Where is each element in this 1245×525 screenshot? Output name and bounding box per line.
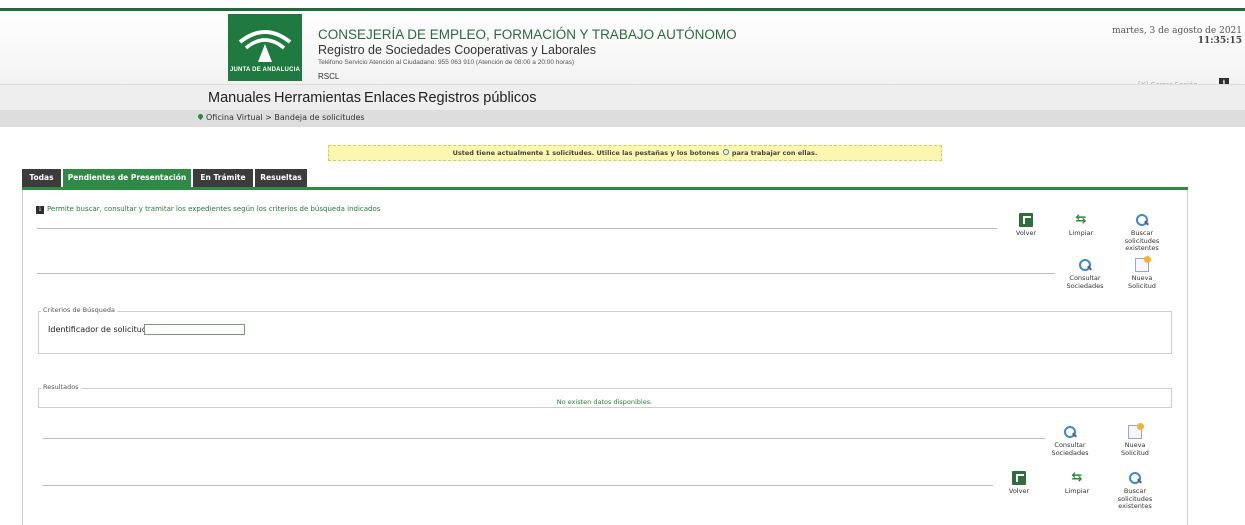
buscar-solicitudes-button[interactable]: Buscar solicitudes existentes bbox=[1119, 213, 1165, 253]
breadcrumb[interactable]: Oficina Virtual > Bandeja de solicitudes bbox=[196, 112, 365, 122]
tab-pendientes[interactable]: Pendientes de Presentación bbox=[63, 169, 191, 187]
tab-en-tramite[interactable]: En Trámite bbox=[193, 169, 253, 187]
current-date: martes, 3 de agosto de 2021 bbox=[1112, 26, 1242, 36]
search-icon bbox=[722, 149, 729, 155]
results-empty-message: No existen datos disponibles. bbox=[556, 398, 653, 406]
consultar-sociedades-button-bottom[interactable]: Consultar Sociedades bbox=[1047, 425, 1093, 457]
limpiar-button-bottom[interactable]: ⇆ Limpiar bbox=[1054, 471, 1100, 496]
back-icon bbox=[1012, 471, 1026, 485]
tab-resueltas[interactable]: Resueltas bbox=[255, 169, 307, 187]
buscar-solicitudes-button-bottom[interactable]: Buscar solicitudes existentes bbox=[1112, 471, 1158, 511]
nueva-label-2: Solicitud bbox=[1128, 281, 1156, 290]
ministry-title: CONSEJERÍA DE EMPLEO, FORMACIÓN Y TRABAJ… bbox=[318, 27, 737, 42]
search-criteria-legend: Criterios de Búsqueda bbox=[41, 306, 117, 314]
divider bbox=[43, 438, 1045, 439]
volver-label: Volver bbox=[1008, 487, 1030, 495]
notice-text-after: para trabajar con ellas. bbox=[731, 149, 818, 157]
new-document-icon bbox=[1135, 256, 1151, 272]
search-icon bbox=[1063, 425, 1077, 439]
consultar-label-2: Sociedades bbox=[1051, 448, 1089, 457]
search-icon bbox=[1128, 471, 1142, 485]
volver-label: Volver bbox=[1015, 229, 1037, 237]
menu-item-herramientas[interactable]: Herramientas bbox=[274, 90, 361, 106]
solicitud-id-label: Identificador de solicitud bbox=[48, 325, 147, 334]
location-pin-icon bbox=[196, 112, 205, 121]
main-menu: Manuales Herramientas Enlaces Registros … bbox=[0, 84, 1245, 110]
info-text: Permite buscar, consultar y tramitar los… bbox=[47, 205, 381, 213]
search-icon bbox=[1078, 258, 1092, 272]
app-code: RSCL bbox=[318, 72, 340, 81]
solicitud-id-input[interactable] bbox=[144, 324, 245, 335]
consultar-label-2: Sociedades bbox=[1066, 281, 1104, 290]
menu-item-registros-publicos[interactable]: Registros públicos bbox=[418, 90, 536, 106]
current-time: 11:35:15 bbox=[1197, 36, 1242, 46]
buscar-label-3: existentes bbox=[1125, 244, 1159, 252]
refresh-icon: ⇆ bbox=[1075, 212, 1087, 227]
menu-item-enlaces[interactable]: Enlaces bbox=[364, 90, 416, 106]
divider bbox=[37, 228, 997, 229]
tab-todas[interactable]: Todas bbox=[22, 169, 61, 187]
menu-item-manuales[interactable]: Manuales bbox=[208, 90, 271, 106]
results-legend: Resultados bbox=[41, 383, 81, 391]
app-subtitle: Registro de Sociedades Cooperativas y La… bbox=[318, 43, 596, 57]
volver-button[interactable]: Volver bbox=[1003, 213, 1049, 238]
info-line: i Permite buscar, consultar y tramitar lo… bbox=[36, 205, 380, 214]
notice-text-before: Usted tiene actualmente 1 solicitudes. U… bbox=[452, 149, 720, 157]
info-icon: i bbox=[36, 206, 44, 214]
buscar-label-3: existentes bbox=[1118, 502, 1152, 510]
breadcrumb-text: Oficina Virtual > Bandeja de solicitudes bbox=[206, 113, 365, 122]
consultar-sociedades-button[interactable]: Consultar Sociedades bbox=[1062, 258, 1108, 290]
back-icon bbox=[1019, 213, 1033, 227]
breadcrumb-bar: Oficina Virtual > Bandeja de solicitudes bbox=[0, 110, 1245, 127]
nueva-solicitud-button-bottom[interactable]: Nueva Solicitud bbox=[1112, 423, 1158, 457]
junta-andalucia-logo[interactable]: JUNTA DE ANDALUCIA bbox=[228, 14, 302, 81]
logo-text: JUNTA DE ANDALUCIA bbox=[229, 67, 301, 73]
divider bbox=[37, 273, 1055, 274]
notice-banner: Usted tiene actualmente 1 solicitudes. U… bbox=[328, 145, 942, 161]
nueva-solicitud-button[interactable]: Nueva Solicitud bbox=[1119, 256, 1165, 290]
limpiar-button[interactable]: ⇆ Limpiar bbox=[1058, 213, 1104, 238]
nueva-label-2: Solicitud bbox=[1121, 448, 1149, 457]
service-phone: Teléfono Servicio Atención al Ciudadano:… bbox=[318, 59, 575, 66]
limpiar-label: Limpiar bbox=[1064, 487, 1090, 495]
new-document-icon bbox=[1128, 423, 1144, 439]
divider bbox=[43, 485, 993, 486]
logo-emblem-icon bbox=[238, 30, 292, 62]
search-icon bbox=[1135, 213, 1149, 227]
volver-button-bottom[interactable]: Volver bbox=[996, 471, 1042, 496]
header: JUNTA DE ANDALUCIA CONSEJERÍA DE EMPLEO,… bbox=[0, 11, 1245, 89]
limpiar-label: Limpiar bbox=[1068, 229, 1094, 237]
refresh-icon: ⇆ bbox=[1071, 470, 1083, 485]
